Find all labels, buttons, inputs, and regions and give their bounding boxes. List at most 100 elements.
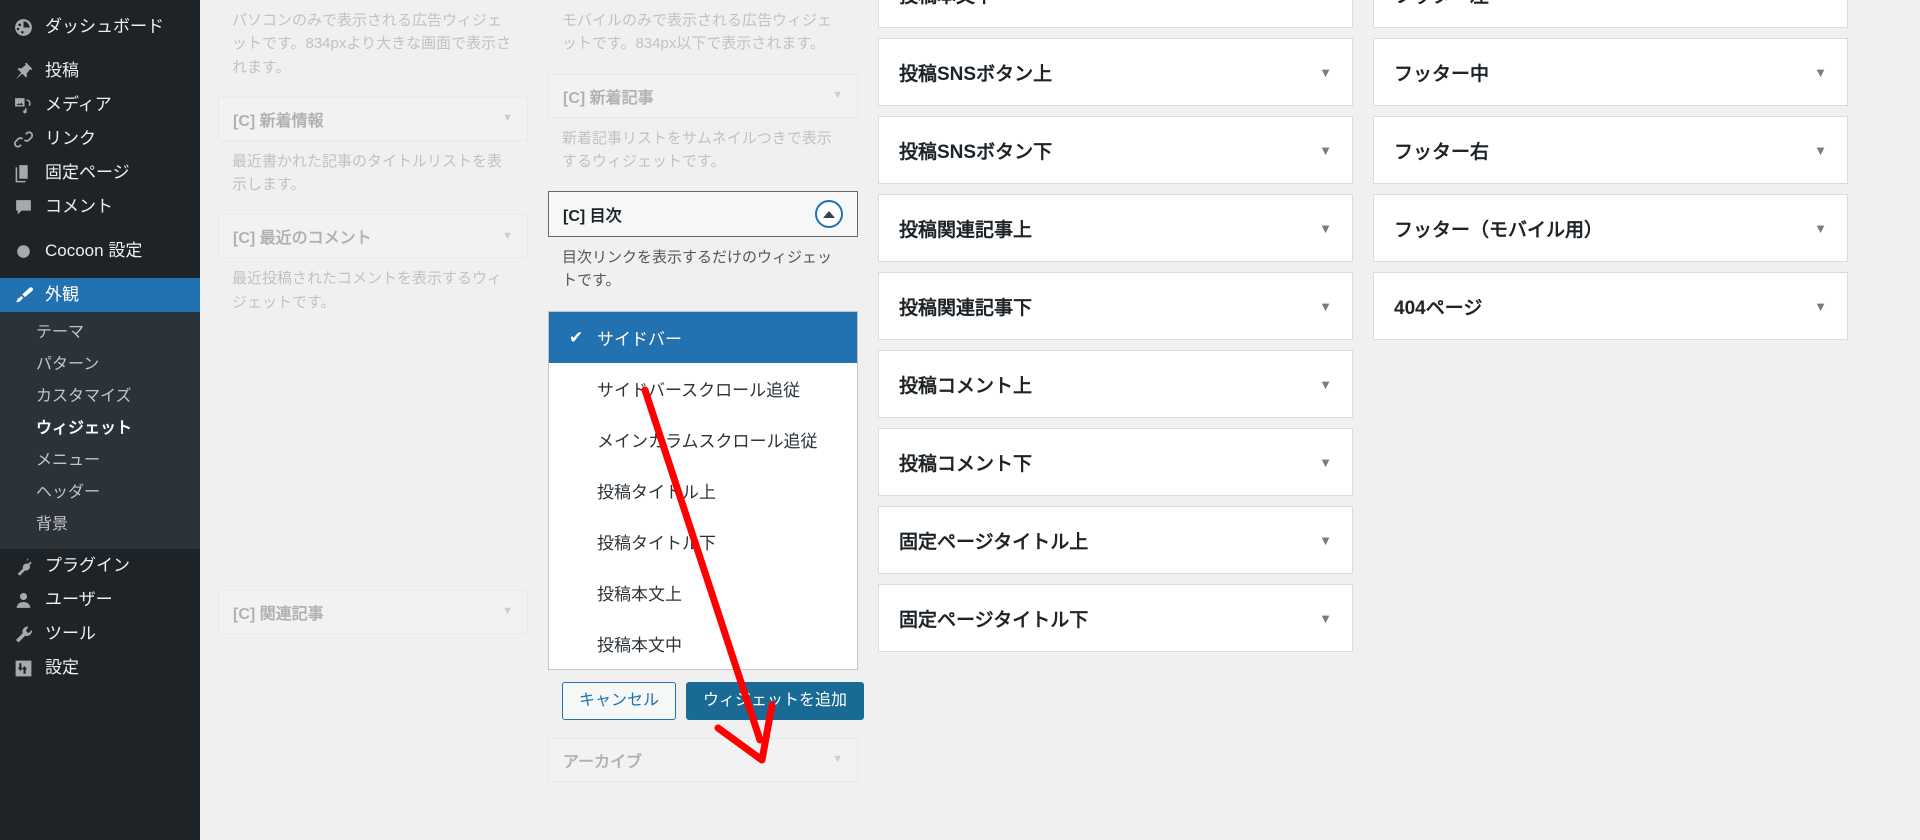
sidebar-chooser-dropdown[interactable]: ✔ サイドバー サイドバースクロール追従 メインカラムスクロール追従 投稿タイト…: [548, 310, 858, 670]
widget-header-recent-comments[interactable]: [C] 最近のコメント ▼: [218, 214, 528, 259]
sidebar-option-below-post-title[interactable]: 投稿タイトル下: [549, 516, 857, 567]
sidebar-item-cocoon-settings[interactable]: Cocoon 設定: [0, 234, 200, 268]
sidebar-item-label: 固定ページ: [45, 163, 130, 182]
widget-area-above-sns-buttons[interactable]: 投稿SNSボタン上 ▼: [878, 38, 1353, 106]
sidebar-option-above-post-body[interactable]: 投稿本文上: [549, 567, 857, 618]
sidebar-option-middle-post-body[interactable]: 投稿本文中: [549, 618, 857, 669]
sidebar-option-label: 投稿本文上: [597, 584, 682, 604]
widget-description: 最近書かれた記事のタイトルリストを表示します。: [232, 152, 503, 193]
widget-entry: パソコンのみで表示される広告ウィジェットです。834pxより大きな画面で表示され…: [218, 0, 528, 93]
sidebar-item-settings[interactable]: 設定: [0, 651, 200, 685]
widget-area-title: 投稿SNSボタン下: [899, 141, 1053, 163]
sidebar-item-pages[interactable]: 固定ページ: [0, 156, 200, 190]
circle-icon: [13, 241, 34, 262]
sidebar-item-users[interactable]: ユーザー: [0, 583, 200, 617]
widget-area-above-related-posts[interactable]: 投稿関連記事上 ▼: [878, 194, 1353, 262]
widget-area-below-post-body[interactable]: 投稿本文下 ▼: [878, 0, 1353, 28]
sidebar-item-links[interactable]: リンク: [0, 122, 200, 156]
widget-area-below-related-posts[interactable]: 投稿関連記事下 ▼: [878, 272, 1353, 340]
plug-icon: [13, 556, 34, 577]
sidebar-item-label: 外観: [45, 285, 79, 304]
sidebar-item-dashboard[interactable]: ダッシュボード: [0, 10, 200, 44]
widget-area-below-sns-buttons[interactable]: 投稿SNSボタン下 ▼: [878, 116, 1353, 184]
submenu-item-background[interactable]: 背景: [0, 509, 200, 541]
widget-area-footer-right[interactable]: フッター右 ▼: [1373, 116, 1848, 184]
sidebar-option-label: サイドバー: [597, 329, 682, 349]
widget-header-new-posts[interactable]: [C] 新着記事 ▼: [548, 73, 858, 118]
sidebar-item-label: プラグイン: [45, 556, 130, 575]
sidebar-option-main-column-scroll[interactable]: メインカラムスクロール追従: [549, 414, 857, 465]
widget-area-above-comments[interactable]: 投稿コメント上 ▼: [878, 350, 1353, 418]
widget-entry: [C] 関連記事 ▼: [218, 589, 528, 634]
sidebar-item-tools[interactable]: ツール: [0, 617, 200, 651]
widget-area-below-comments[interactable]: 投稿コメント下 ▼: [878, 428, 1353, 496]
widget-title: [C] 関連記事: [233, 605, 324, 623]
widget-area-above-page-title[interactable]: 固定ページタイトル上 ▼: [878, 506, 1353, 574]
submenu-item-customize[interactable]: カスタマイズ: [0, 381, 200, 413]
submenu-item-patterns[interactable]: パターン: [0, 349, 200, 381]
widgets-admin-screen: ダッシュボード 投稿 メディア リンク 固定ページ コメント Cocoon 設定…: [0, 0, 1920, 840]
sidebar-item-posts[interactable]: 投稿: [0, 54, 200, 88]
widget-area-footer-left[interactable]: フッター左 ▼: [1373, 0, 1848, 28]
chevron-down-icon: ▼: [1319, 454, 1332, 470]
submenu-item-menus[interactable]: メニュー: [0, 445, 200, 477]
chevron-down-icon: ▼: [1319, 220, 1332, 236]
sidebar-option-label: 投稿タイトル下: [597, 533, 716, 553]
chevron-down-icon: ▼: [1814, 0, 1827, 1]
submenu-item-widgets[interactable]: ウィジェット: [0, 413, 200, 445]
widget-entry: モバイルのみで表示される広告ウィジェットです。834px以下で表示されます。: [548, 0, 858, 70]
chooser-action-buttons: キャンセル ウィジェットを追加: [548, 670, 865, 720]
sidebar-option-sidebar-scroll[interactable]: サイドバースクロール追従: [549, 363, 857, 414]
sidebar-option-label: 投稿本文中: [597, 635, 682, 655]
dashboard-icon: [13, 17, 34, 38]
chevron-down-icon: ▼: [1814, 64, 1827, 80]
column1-spacer: [218, 332, 528, 590]
chevron-down-icon: ▼: [1814, 220, 1827, 236]
sidebar-option-label: サイドバースクロール追従: [597, 380, 801, 400]
chevron-down-icon: ▼: [1319, 64, 1332, 80]
widget-title: [C] 新着情報: [233, 112, 324, 130]
chevron-down-icon: ▼: [502, 605, 513, 618]
chevron-down-icon: ▼: [1319, 610, 1332, 626]
chevron-up-icon[interactable]: [815, 200, 843, 228]
widget-header-related-posts[interactable]: [C] 関連記事 ▼: [218, 589, 528, 634]
sidebar-item-comments[interactable]: コメント: [0, 190, 200, 224]
pin-icon: [13, 61, 34, 82]
widget-area-title: 404ページ: [1394, 297, 1483, 319]
admin-sidebar: ダッシュボード 投稿 メディア リンク 固定ページ コメント Cocoon 設定…: [0, 0, 208, 840]
sidebar-item-label: ダッシュボード: [45, 17, 164, 36]
column2-dimmed-group: モバイルのみで表示される広告ウィジェットです。834px以下で表示されます。 […: [548, 0, 858, 187]
widget-area-footer-mobile[interactable]: フッター（モバイル用） ▼: [1373, 194, 1848, 262]
widget-header-toc[interactable]: [C] 目次: [548, 191, 858, 237]
sidebar-item-appearance[interactable]: 外観: [0, 278, 208, 312]
sidebar-option-above-post-title[interactable]: 投稿タイトル上: [549, 465, 857, 516]
submenu-item-header[interactable]: ヘッダー: [0, 477, 200, 509]
widget-entry: [C] 最近のコメント ▼ 最近投稿されたコメントを表示するウィジェットです。: [218, 214, 528, 328]
menu-spacer-top: [0, 0, 200, 10]
widget-header-new-info[interactable]: [C] 新着情報 ▼: [218, 96, 528, 141]
chevron-down-icon: ▼: [832, 753, 843, 765]
sidebar-item-label: Cocoon 設定: [45, 241, 143, 260]
sidebar-option-sidebar[interactable]: ✔ サイドバー: [549, 311, 857, 363]
cancel-button[interactable]: キャンセル: [562, 681, 677, 720]
sidebar-item-label: メディア: [45, 95, 112, 114]
submenu-item-themes[interactable]: テーマ: [0, 317, 200, 349]
widget-entry: アーカイブ ▼: [548, 737, 858, 782]
widget-header-archives[interactable]: アーカイブ ▼: [548, 737, 858, 782]
widget-area-title: 投稿本文下: [899, 0, 994, 8]
widget-area-below-page-title[interactable]: 固定ページタイトル下 ▼: [878, 584, 1353, 652]
widget-area-404-page[interactable]: 404ページ ▼: [1373, 272, 1848, 340]
sliders-icon: [13, 658, 34, 679]
add-widget-button[interactable]: ウィジェットを追加: [686, 681, 865, 720]
sidebar-item-media[interactable]: メディア: [0, 88, 200, 122]
widget-title: アーカイブ: [563, 753, 643, 771]
menu-spacer-1: [0, 44, 200, 54]
widgets-columns: パソコンのみで表示される広告ウィジェットです。834pxより大きな画面で表示され…: [200, 0, 1920, 786]
widget-area-footer-center[interactable]: フッター中 ▼: [1373, 38, 1848, 106]
user-icon: [13, 590, 34, 611]
chevron-down-icon: ▼: [1814, 142, 1827, 158]
sidebar-option-label: 投稿タイトル上: [597, 482, 716, 502]
column2-spacer: [548, 720, 858, 738]
sidebar-item-plugins[interactable]: プラグイン: [0, 549, 200, 583]
chevron-down-icon: ▼: [1319, 298, 1332, 314]
